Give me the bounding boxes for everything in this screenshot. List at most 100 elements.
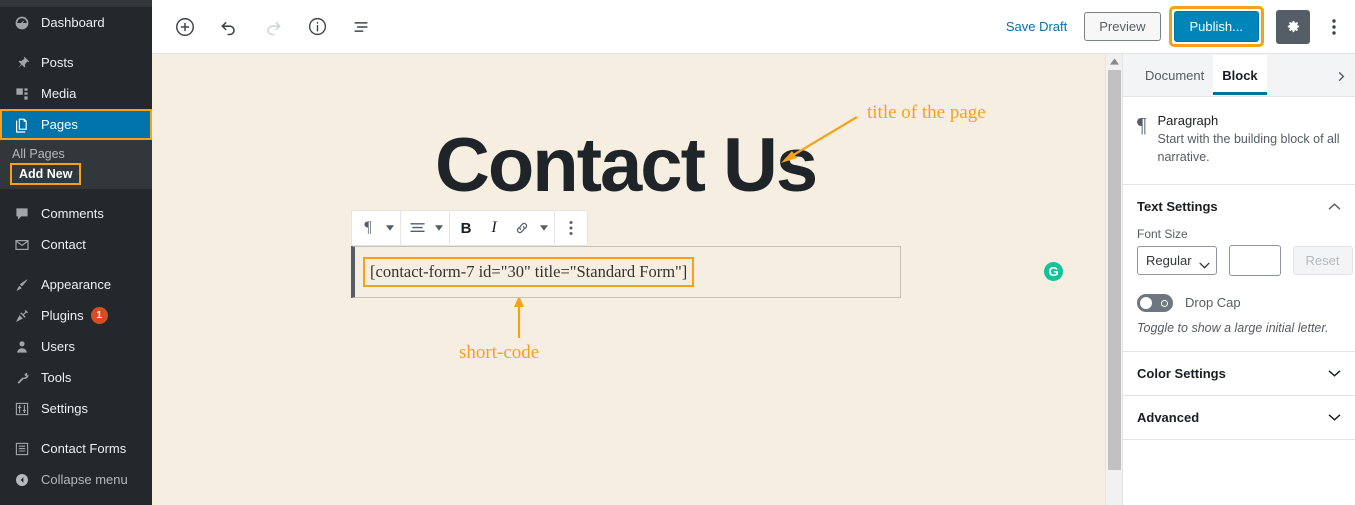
wordpress-block-editor: Dashboard Posts Media Pages All Pages Ad… <box>0 0 1355 505</box>
block-type-dropdown-caret[interactable] <box>382 211 398 245</box>
gear-icon[interactable] <box>1276 9 1310 44</box>
sidebar-divider <box>0 38 152 47</box>
tab-block[interactable]: Block <box>1213 55 1267 95</box>
font-size-row: Regular Reset <box>1137 244 1353 276</box>
scroll-up-arrow-icon[interactable] <box>1106 54 1122 69</box>
chevron-down-icon[interactable] <box>1328 410 1341 425</box>
font-size-label: Font Size <box>1137 226 1188 241</box>
sidebar-item-users[interactable]: Users <box>0 331 152 362</box>
chevron-right-icon[interactable] <box>1331 66 1351 86</box>
formatting-group: B I <box>450 211 555 245</box>
sidebar-item-dashboard[interactable]: Dashboard <box>0 7 152 38</box>
italic-icon[interactable]: I <box>480 211 508 245</box>
preview-button[interactable]: Preview <box>1084 12 1161 41</box>
chevron-down-icon[interactable] <box>1328 366 1341 381</box>
align-dropdown-caret[interactable] <box>431 211 447 245</box>
user-icon <box>12 337 32 357</box>
dashboard-icon <box>12 13 32 33</box>
formatting-dropdown-caret[interactable] <box>536 211 552 245</box>
page-title[interactable]: Contact Us <box>435 122 818 209</box>
sidebar-item-label: Users <box>41 339 75 354</box>
drop-cap-label: Drop Cap <box>1185 295 1241 310</box>
color-settings-section[interactable]: Color Settings <box>1123 352 1355 396</box>
drop-cap-toggle[interactable] <box>1137 293 1173 312</box>
sidebar-item-label: Comments <box>41 206 104 221</box>
sidebar-item-label: Tools <box>41 370 72 385</box>
paragraph-block-type-icon[interactable]: ¶ <box>354 211 382 245</box>
pin-icon <box>12 53 32 73</box>
wrench-icon <box>12 368 32 388</box>
editor-actions-group: Save Draft Preview Publish... <box>1000 6 1347 47</box>
text-settings-section: Text Settings Font Size Regular Reset Dr… <box>1123 185 1355 352</box>
sidebar-divider <box>0 189 152 198</box>
text-settings-title: Text Settings <box>1137 198 1218 214</box>
sidebar-item-label: Contact Forms <box>41 441 127 456</box>
info-icon[interactable] <box>300 10 334 44</box>
align-text-icon[interactable] <box>403 211 431 245</box>
sidebar-item-posts[interactable]: Posts <box>0 47 152 78</box>
media-icon <box>12 84 32 104</box>
annotation-short-code: short-code <box>459 342 540 363</box>
sidebar-item-label: Appearance <box>41 277 112 292</box>
color-settings-label: Color Settings <box>1137 365 1226 381</box>
toggle-off-ring <box>1161 299 1168 307</box>
font-size-select[interactable]: Regular <box>1137 245 1217 275</box>
sidebar-item-appearance[interactable]: Appearance <box>0 269 152 300</box>
block-card: ¶ Paragraph Start with the building bloc… <box>1123 97 1355 185</box>
drop-cap-row: Drop Cap <box>1137 293 1341 312</box>
canvas-scrollbar[interactable] <box>1105 54 1122 505</box>
block-navigation-icon[interactable] <box>344 10 378 44</box>
toggle-knob <box>1140 296 1152 309</box>
sidebar-divider <box>0 260 152 269</box>
undo-icon[interactable] <box>212 10 246 44</box>
sidebar-item-collapse-menu[interactable]: Collapse menu <box>0 464 152 495</box>
editor-canvas[interactable]: Contact Us title of the page short-code … <box>152 54 1105 505</box>
block-options-kebab-icon[interactable] <box>557 211 585 245</box>
redo-icon <box>256 10 290 44</box>
submenu-item-all-pages[interactable]: All Pages <box>0 143 152 165</box>
drop-cap-helper-text: Toggle to show a large initial letter. <box>1137 320 1329 335</box>
tab-document[interactable]: Document <box>1136 55 1213 95</box>
advanced-label: Advanced <box>1137 409 1200 425</box>
sidebar-divider <box>0 424 152 433</box>
grammarly-icon[interactable]: G <box>1044 262 1063 281</box>
bold-icon[interactable]: B <box>452 211 480 245</box>
block-inspector-panel: Document Block ¶ Paragraph Start with th… <box>1122 54 1355 505</box>
sidebar-item-pages[interactable]: Pages <box>0 109 152 140</box>
paragraph-block[interactable]: [contact-form-7 id="30" title="Standard … <box>351 246 901 298</box>
block-type-group: ¶ <box>352 211 401 245</box>
kebab-menu-icon[interactable] <box>1321 10 1347 44</box>
alignment-group <box>401 211 450 245</box>
comment-icon <box>12 204 32 224</box>
collapse-icon <box>12 470 32 490</box>
forms-icon <box>12 439 32 459</box>
advanced-section[interactable]: Advanced <box>1123 396 1355 440</box>
text-settings-header[interactable]: Text Settings <box>1137 199 1341 214</box>
inspector-tabs: Document Block <box>1123 54 1355 97</box>
add-block-icon[interactable] <box>168 10 202 44</box>
sidebar-item-label: Dashboard <box>41 15 105 30</box>
sidebar-item-comments[interactable]: Comments <box>0 198 152 229</box>
paragraph-pilcrow-icon: ¶ <box>1137 113 1147 137</box>
publish-button[interactable]: Publish... <box>1173 11 1259 42</box>
sidebar-item-label: Pages <box>41 117 78 132</box>
sidebar-item-label: Posts <box>41 55 74 70</box>
sidebar-item-tools[interactable]: Tools <box>0 362 152 393</box>
sidebar-item-plugins[interactable]: Plugins 1 <box>0 300 152 331</box>
save-draft-button[interactable]: Save Draft <box>1000 15 1073 38</box>
plugins-update-badge: 1 <box>90 307 108 324</box>
scrollbar-thumb[interactable] <box>1108 70 1121 470</box>
brush-icon <box>12 275 32 295</box>
custom-font-size-input[interactable] <box>1228 244 1281 276</box>
sidebar-item-settings[interactable]: Settings <box>0 393 152 424</box>
sliders-icon <box>12 399 32 419</box>
sidebar-item-contact-forms[interactable]: Contact Forms <box>0 433 152 464</box>
sidebar-item-contact[interactable]: Contact <box>0 229 152 260</box>
chevron-up-icon[interactable] <box>1328 202 1341 211</box>
sidebar-item-media[interactable]: Media <box>0 78 152 109</box>
link-icon[interactable] <box>508 211 536 245</box>
submenu-item-add-new[interactable]: Add New <box>9 163 82 185</box>
sidebar-item-label: Media <box>41 86 77 101</box>
shortcode-text[interactable]: [contact-form-7 id="30" title="Standard … <box>362 257 695 287</box>
active-menu-arrow <box>139 109 152 140</box>
